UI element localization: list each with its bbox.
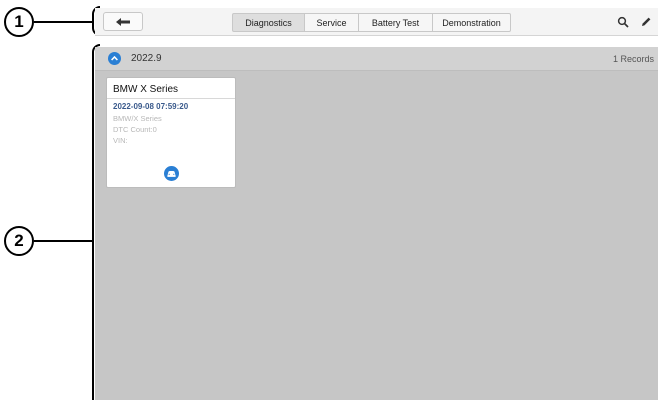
records-count: 1 Records (612, 54, 654, 64)
record-model: BMW/X Series (113, 114, 162, 123)
tab-battery-test[interactable]: Battery Test (359, 13, 433, 32)
record-title: BMW X Series (113, 84, 179, 95)
search-icon[interactable] (617, 16, 629, 28)
tab-demonstration[interactable]: Demonstration (433, 13, 511, 32)
record-vin: VIN: (113, 136, 128, 145)
tab-service[interactable]: Service (305, 13, 359, 32)
tab-diagnostics[interactable]: Diagnostics (232, 13, 305, 32)
chevron-up-icon[interactable] (108, 52, 121, 65)
group-header[interactable]: 2022.9 1 Records (95, 47, 658, 71)
callout-1-number: 1 (14, 12, 24, 31)
car-icon[interactable] (164, 166, 179, 181)
callout-2: 2 (4, 226, 34, 256)
record-card[interactable]: BMW X Series 2022-09-08 07:59:20 BMW/X S… (106, 77, 236, 188)
records-panel: 2022.9 1 Records BMW X Series 2022-09-08… (95, 47, 658, 400)
tab-bar: Diagnostics Service Battery Test Demonst… (232, 13, 511, 32)
callout-2-leader-line (34, 240, 92, 242)
arrow-left-icon (116, 17, 130, 26)
callout-2-number: 2 (14, 231, 24, 250)
card-divider (107, 98, 235, 99)
record-dtc-count: DTC Count:0 (113, 125, 157, 134)
group-title: 2022.9 (131, 53, 162, 64)
callout-1-leader-line (34, 21, 92, 23)
callout-1: 1 (4, 7, 34, 37)
edit-icon[interactable] (640, 16, 652, 28)
back-button[interactable] (103, 12, 143, 31)
top-toolbar: Diagnostics Service Battery Test Demonst… (95, 8, 658, 36)
record-date: 2022-09-08 07:59:20 (113, 102, 189, 111)
